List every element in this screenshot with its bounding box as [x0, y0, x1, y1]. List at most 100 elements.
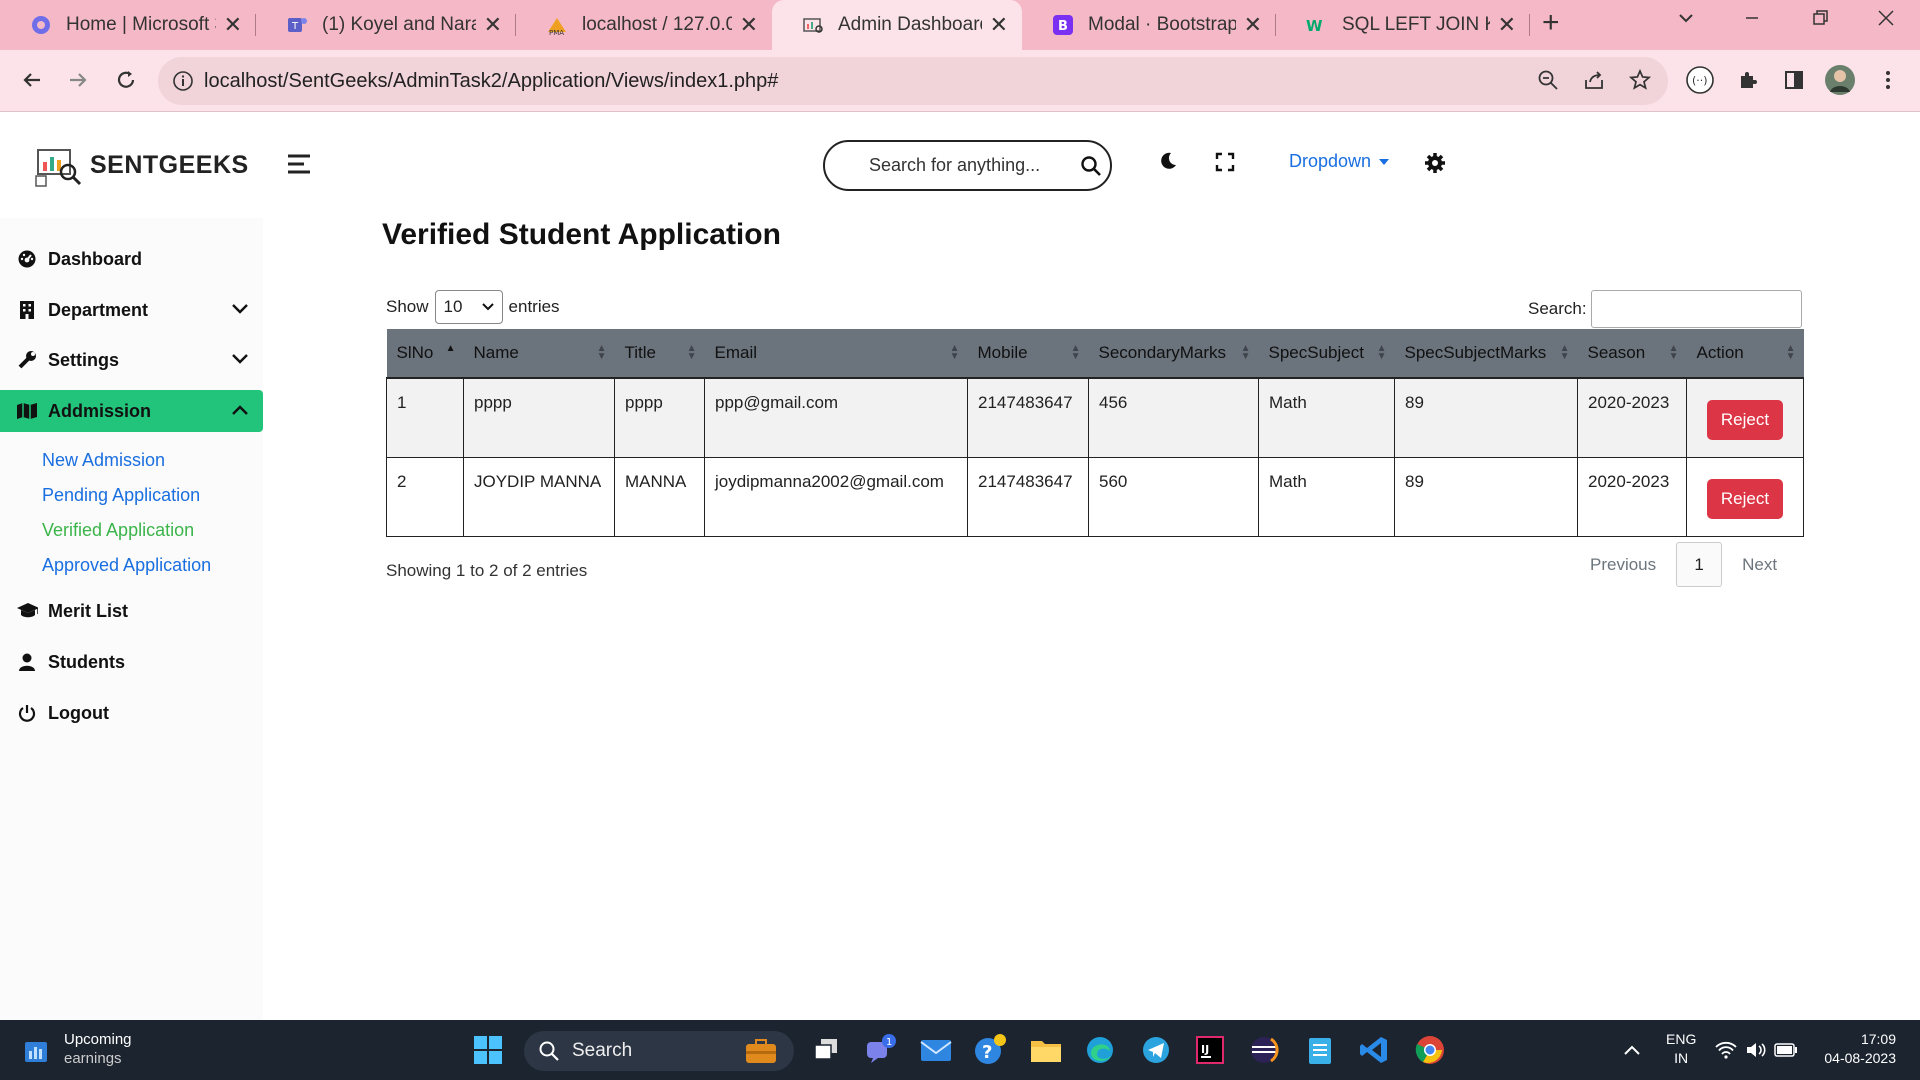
restore-icon[interactable] — [1810, 8, 1830, 28]
column-header-email[interactable]: Email ▲ ▼ — [704, 329, 968, 379]
sidebar-item-settings[interactable]: Settings — [0, 339, 263, 381]
column-header-spec-subject-marks[interactable]: SpecSubjectMarks ▲ ▼ — [1394, 329, 1578, 379]
chevron-up-icon[interactable] — [1614, 1032, 1650, 1068]
column-header-slno[interactable]: SlNo ▲ — [386, 329, 464, 379]
widgets-button[interactable]: Upcoming earnings — [24, 1030, 132, 1068]
vscode-icon[interactable] — [1356, 1032, 1392, 1068]
sort-icon: ▲ ▼ — [686, 343, 697, 362]
page-length-select[interactable]: 10 — [434, 290, 503, 324]
forward-arrow-icon[interactable] — [62, 64, 94, 96]
reject-button[interactable]: Reject — [1706, 478, 1784, 519]
column-header-mobile[interactable]: Mobile ▲ ▼ — [967, 329, 1089, 379]
profile-avatar[interactable] — [1824, 64, 1856, 96]
taskbar-search[interactable]: Search — [524, 1031, 794, 1071]
chrome-icon[interactable] — [1412, 1032, 1448, 1068]
browser-tab-microsoft365[interactable]: Home | Microsoft 365 ✕ — [0, 0, 256, 50]
column-label: Season — [1587, 343, 1646, 362]
telegram-icon[interactable] — [1138, 1032, 1174, 1068]
sidebar-sub-new-admission[interactable]: New Admission — [42, 450, 165, 471]
cell-slno: 1 — [386, 377, 464, 458]
task-view-icon[interactable] — [808, 1032, 844, 1068]
clock[interactable]: 17:09 04-08-2023 — [1816, 1030, 1896, 1068]
reject-button[interactable]: Reject — [1706, 399, 1784, 440]
close-tab-icon[interactable]: ✕ — [1244, 12, 1262, 38]
back-arrow-icon[interactable] — [16, 64, 48, 96]
gear-icon[interactable] — [1424, 152, 1446, 174]
notepad-icon[interactable] — [1302, 1032, 1338, 1068]
page-1-button[interactable]: 1 — [1676, 542, 1723, 587]
intellij-icon[interactable]: IJ — [1192, 1032, 1228, 1068]
sidebar-sub-verified-application[interactable]: Verified Application — [42, 520, 194, 541]
column-header-action[interactable]: Action ▲ ▼ — [1686, 329, 1804, 379]
column-header-title[interactable]: Title ▲ ▼ — [614, 329, 705, 379]
sidebar-item-merit-list[interactable]: Merit List — [0, 590, 263, 632]
bootstrap-icon: B — [1052, 14, 1074, 36]
share-icon[interactable] — [1578, 64, 1610, 96]
site-info-icon[interactable] — [172, 70, 194, 92]
new-tab-icon[interactable]: + — [1542, 6, 1560, 40]
teams-icon: T — [286, 14, 308, 36]
sidebar-item-department[interactable]: Department — [0, 289, 263, 331]
close-tab-icon[interactable]: ✕ — [990, 12, 1008, 38]
help-icon[interactable]: ? — [972, 1032, 1008, 1068]
sidebar-item-addmission[interactable]: Addmission — [0, 390, 263, 432]
chevron-down-icon — [231, 303, 249, 315]
battery-icon[interactable] — [1768, 1032, 1804, 1068]
close-tab-icon[interactable]: ✕ — [224, 12, 242, 38]
browser-toolbar: localhost/SentGeeks/AdminTask2/Applicati… — [0, 50, 1920, 112]
sidebar-item-dashboard[interactable]: Dashboard — [0, 238, 263, 280]
column-header-name[interactable]: Name ▲ ▼ — [463, 329, 615, 379]
previous-page-button[interactable]: Previous — [1590, 555, 1656, 575]
extension-circle-icon[interactable]: (··) — [1684, 64, 1716, 96]
sidebar-item-logout[interactable]: Logout — [0, 692, 263, 734]
sidebar-toggle-icon[interactable] — [286, 152, 314, 176]
applications-table: SlNo ▲ Name ▲ ▼ Title ▲ ▼ Email ▲ ▼ Mobile ▲ ▼ Se… — [386, 329, 1804, 537]
browser-tab-teams[interactable]: T (1) Koyel and Narangi ✕ — [256, 0, 516, 50]
tab-search-chevron-icon[interactable] — [1676, 8, 1696, 28]
sort-icon: ▲ ▼ — [1070, 343, 1081, 362]
brand-logo[interactable]: SENTGEEKS — [34, 142, 249, 188]
bookmark-star-icon[interactable] — [1624, 64, 1656, 96]
dark-mode-moon-icon[interactable] — [1157, 150, 1179, 172]
browser-tab-admin-dashboard[interactable]: Admin Dashboard ✕ — [772, 0, 1022, 50]
cell-name: JOYDIP MANNA — [463, 456, 615, 537]
table-search-input[interactable] — [1590, 290, 1802, 328]
teams-chat-icon[interactable]: 1 — [862, 1032, 898, 1068]
mail-icon[interactable] — [918, 1032, 954, 1068]
address-bar[interactable]: localhost/SentGeeks/AdminTask2/Applicati… — [158, 57, 1668, 105]
close-tab-icon[interactable]: ✕ — [484, 12, 502, 38]
windows-start-icon[interactable] — [470, 1032, 506, 1068]
column-header-season[interactable]: Season ▲ ▼ — [1577, 329, 1687, 379]
eclipse-icon[interactable] — [1246, 1032, 1282, 1068]
zoom-icon[interactable] — [1532, 64, 1564, 96]
browser-menu-icon[interactable] — [1872, 64, 1904, 96]
language-indicator[interactable]: ENG IN — [1666, 1030, 1696, 1068]
navbar-dropdown[interactable]: Dropdown — [1289, 151, 1390, 172]
widget-title: Upcoming — [64, 1031, 132, 1048]
browser-tab-phpmyadmin[interactable]: PMA localhost / 127.0.0.1 ✕ — [516, 0, 772, 50]
sidebar-item-students[interactable]: Students — [0, 641, 263, 683]
sidebar-sub-pending-application[interactable]: Pending Application — [42, 485, 200, 506]
next-page-button[interactable]: Next — [1742, 555, 1777, 575]
extensions-puzzle-icon[interactable] — [1732, 64, 1764, 96]
close-window-icon[interactable] — [1876, 8, 1896, 28]
edge-browser-icon[interactable] — [1082, 1032, 1118, 1068]
fullscreen-icon[interactable] — [1215, 152, 1235, 172]
sidebar-sub-approved-application[interactable]: Approved Application — [42, 555, 211, 576]
side-panel-icon[interactable] — [1778, 64, 1810, 96]
browser-tab-bootstrap[interactable]: B Modal · Bootstrap v5 ✕ — [1022, 0, 1276, 50]
search-icon[interactable] — [1080, 155, 1102, 177]
column-header-spec-subject[interactable]: SpecSubject ▲ ▼ — [1258, 329, 1395, 379]
browser-tab-w3schools[interactable]: W SQL LEFT JOIN Keyword ✕ — [1276, 0, 1530, 50]
close-tab-icon[interactable]: ✕ — [740, 12, 758, 38]
file-explorer-icon[interactable] — [1028, 1032, 1064, 1068]
sidebar-item-label: Settings — [48, 349, 120, 370]
microsoft365-icon — [30, 14, 52, 36]
reload-icon[interactable] — [110, 64, 142, 96]
global-search-input[interactable]: Search for anything... — [823, 140, 1112, 191]
show-label: Show — [386, 297, 429, 316]
column-header-secondary-marks[interactable]: SecondaryMarks ▲ ▼ — [1088, 329, 1259, 379]
minimize-icon[interactable] — [1742, 8, 1762, 28]
widget-subtitle: earnings — [64, 1050, 122, 1067]
close-tab-icon[interactable]: ✕ — [1498, 12, 1516, 38]
